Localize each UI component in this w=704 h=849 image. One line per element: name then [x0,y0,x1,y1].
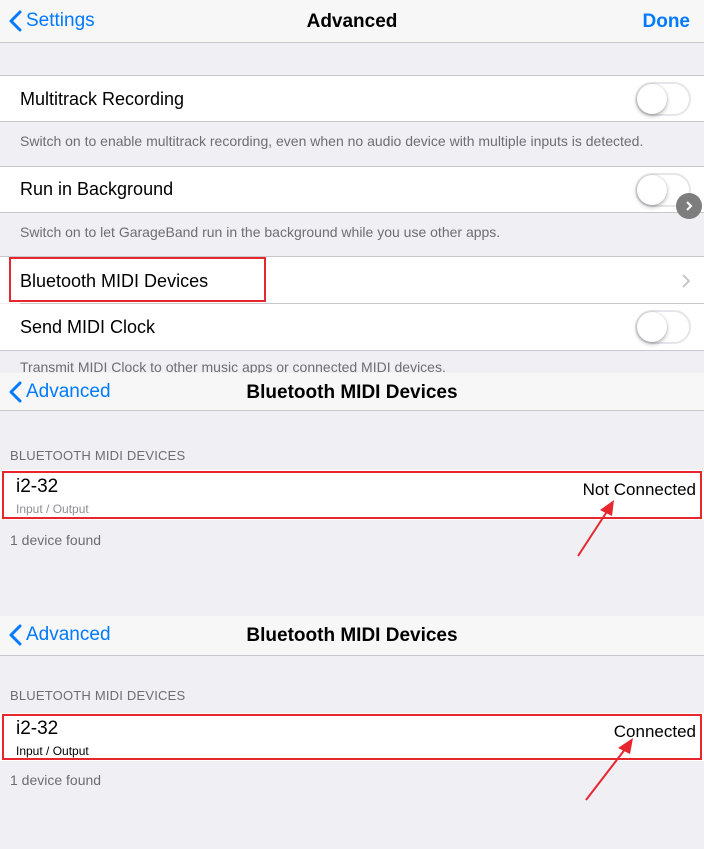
assistive-touch-icon[interactable] [676,193,702,219]
done-button[interactable]: Done [643,11,691,33]
send-midi-clock-row: Send MIDI Clock [0,304,704,351]
multitrack-recording-footer: Switch on to enable multitrack recording… [20,133,644,149]
chevron-right-icon [682,274,690,288]
multitrack-recording-label: Multitrack Recording [20,89,185,109]
section-header: BLUETOOTH MIDI DEVICES [10,448,186,463]
device-highlight-box [2,714,702,760]
send-midi-clock-label: Send MIDI Clock [20,317,156,337]
multitrack-recording-toggle[interactable] [635,82,691,116]
device-highlight-box [2,471,702,519]
run-in-background-label: Run in Background [20,179,174,199]
device-count: 1 device found [10,532,102,548]
send-midi-clock-toggle[interactable] [635,310,691,344]
page-title: Bluetooth MIDI Devices [246,382,458,403]
bluetooth-midi-highlight-box [9,257,266,302]
advanced-navbar: Settings Advanced Done [0,0,704,43]
page-title: Bluetooth MIDI Devices [246,625,458,646]
bt-navbar-1: Advanced Bluetooth MIDI Devices [0,373,704,411]
run-in-background-footer: Switch on to let GarageBand run in the b… [20,224,501,240]
section-header: BLUETOOTH MIDI DEVICES [10,688,186,703]
multitrack-recording-row: Multitrack Recording [0,75,704,122]
page-title: Advanced [306,11,398,32]
run-in-background-row: Run in Background [0,166,704,213]
device-count: 1 device found [10,772,102,788]
bt-navbar-2: Advanced Bluetooth MIDI Devices [0,616,704,656]
